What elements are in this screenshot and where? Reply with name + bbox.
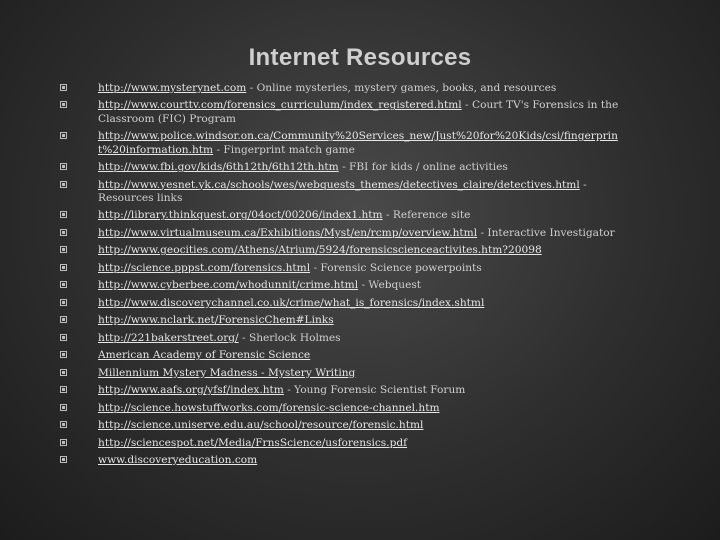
resource-description: - FBI for kids / online activities — [338, 161, 508, 174]
slide-title: Internet Resources — [248, 44, 472, 71]
square-bullet-icon — [60, 438, 67, 446]
square-bullet-icon — [60, 333, 67, 341]
resource-link[interactable]: http://www.virtualmuseum.ca/Exhibitions/… — [98, 227, 477, 239]
square-bullet-icon — [60, 84, 67, 91]
resource-link[interactable]: http://science.howstuffworks.com/forensi… — [98, 402, 440, 414]
list-item: http://science.pppst.com/forensics.html … — [60, 262, 630, 275]
resource-link[interactable]: http://www.mysterynet.com — [98, 82, 246, 94]
list-item: http://www.nclark.net/ForensicChem#Links — [60, 314, 630, 327]
square-bullet-icon — [60, 386, 67, 394]
resource-link[interactable]: http://www.discoverychannel.co.uk/crime/… — [98, 297, 484, 309]
resource-link[interactable]: http://sciencespot.net/Media/FrnsScience… — [98, 437, 407, 449]
resource-link[interactable]: http://www.police.windsor.on.ca/Communit… — [98, 130, 618, 155]
square-bullet-icon — [60, 263, 67, 271]
square-bullet-icon — [60, 211, 67, 219]
list-item: Millennium Mystery Madness - Mystery Wri… — [60, 367, 630, 380]
list-item: http://www.virtualmuseum.ca/Exhibitions/… — [60, 227, 630, 240]
square-bullet-icon — [60, 456, 67, 464]
list-item: http://www.fbi.gov/kids/6th12th/6th12th.… — [60, 161, 630, 174]
list-item: http://science.uniserve.edu.au/school/re… — [60, 419, 630, 432]
list-item: http://221bakerstreet.org/ - Sherlock Ho… — [60, 332, 630, 345]
resource-link[interactable]: http://www.nclark.net/ForensicChem#Links — [98, 314, 334, 326]
square-bullet-icon — [60, 316, 67, 324]
list-item: http://sciencespot.net/Media/FrnsScience… — [60, 437, 630, 450]
square-bullet-icon — [60, 403, 67, 411]
resource-link[interactable]: http://library.thinkquest.org/04oct/0020… — [98, 209, 383, 221]
list-item: www.discoveryeducation.com — [60, 454, 630, 467]
list-item: http://www.aafs.org/yfsf/index.htm - You… — [60, 384, 630, 397]
resource-link[interactable]: http://www.aafs.org/yfsf/index.htm — [98, 384, 284, 396]
slide: Internet Resources http://www.mysterynet… — [0, 0, 720, 540]
square-bullet-icon — [60, 421, 67, 429]
resource-description: - Sherlock Holmes — [238, 331, 341, 344]
resource-link[interactable]: http://www.cyberbee.com/whodunnit/crime.… — [98, 279, 358, 291]
resource-description: - Interactive Investigator — [477, 226, 615, 239]
list-item: http://www.discoverychannel.co.uk/crime/… — [60, 297, 630, 310]
square-bullet-icon — [60, 180, 67, 188]
list-item: http://science.howstuffworks.com/forensi… — [60, 402, 630, 415]
square-bullet-icon — [60, 351, 67, 359]
resource-description: - Webquest — [358, 279, 422, 292]
list-item: http://www.mysterynet.com - Online myste… — [60, 82, 630, 95]
resource-link[interactable]: http://www.yesnet.yk.ca/schools/wes/webq… — [98, 179, 580, 191]
list-item: http://www.police.windsor.on.ca/Communit… — [60, 130, 630, 157]
square-bullet-icon — [60, 298, 67, 306]
square-bullet-icon — [60, 228, 67, 236]
resource-description: - Forensic Science powerpoints — [310, 261, 482, 274]
list-item: http://www.cyberbee.com/whodunnit/crime.… — [60, 279, 630, 292]
list-item: http://www.geocities.com/Athens/Atrium/5… — [60, 244, 630, 257]
resource-link[interactable]: http://science.uniserve.edu.au/school/re… — [98, 419, 423, 431]
square-bullet-icon — [60, 132, 67, 140]
resource-link[interactable]: www.discoveryeducation.com — [98, 454, 257, 466]
resource-link[interactable]: http://www.fbi.gov/kids/6th12th/6th12th.… — [98, 161, 339, 173]
resource-description: - Online mysteries, mystery games, books… — [246, 82, 557, 94]
resource-link[interactable]: http://www.courttv.com/forensics_curricu… — [98, 99, 462, 111]
list-item: http://www.yesnet.yk.ca/schools/wes/webq… — [60, 179, 630, 206]
square-bullet-icon — [60, 163, 67, 171]
list-item: American Academy of Forensic Science — [60, 349, 630, 362]
resource-link[interactable]: http://science.pppst.com/forensics.html — [98, 262, 310, 274]
resource-link[interactable]: http://221bakerstreet.org/ — [98, 332, 239, 344]
list-item: http://www.courttv.com/forensics_curricu… — [60, 99, 630, 126]
list-item: http://library.thinkquest.org/04oct/0020… — [60, 209, 630, 222]
resource-link[interactable]: Millennium Mystery Madness - Mystery Wri… — [98, 367, 355, 379]
resource-link[interactable]: American Academy of Forensic Science — [98, 349, 310, 361]
resource-list: http://www.mysterynet.com - Online myste… — [60, 82, 630, 472]
resource-description: - Fingerprint match game — [213, 143, 355, 156]
resource-description: - Reference site — [382, 209, 471, 222]
square-bullet-icon — [60, 368, 67, 376]
resource-link[interactable]: http://www.geocities.com/Athens/Atrium/5… — [98, 244, 542, 256]
square-bullet-icon — [60, 281, 67, 289]
square-bullet-icon — [60, 246, 67, 254]
square-bullet-icon — [60, 101, 67, 109]
resource-description: - Young Forensic Scientist Forum — [283, 384, 466, 397]
